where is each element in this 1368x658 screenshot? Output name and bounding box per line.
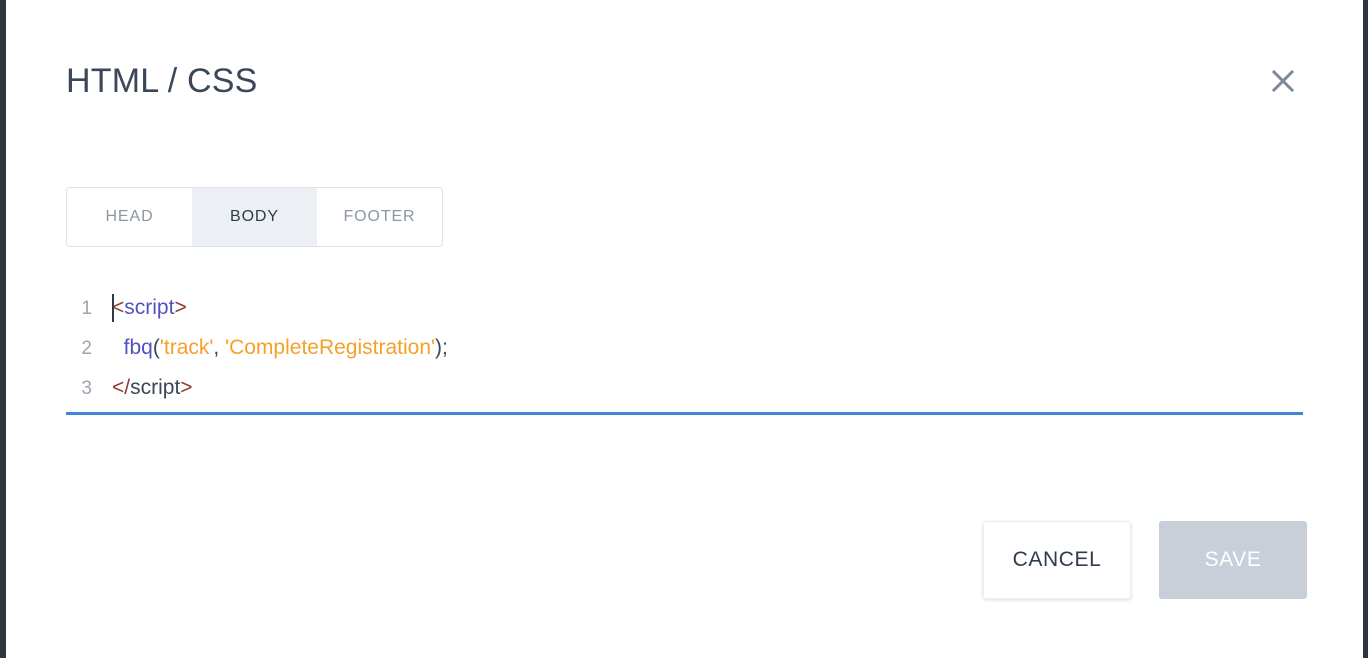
page-right-edge [1363,0,1368,658]
close-button[interactable] [1260,58,1306,104]
page-title: HTML / CSS [66,62,258,100]
code-editor[interactable]: 1 <script> 2 fbq('track', 'CompleteRegis… [66,288,1303,408]
code-line: 2 fbq('track', 'CompleteRegistration'); [66,328,1303,368]
code-token: 'CompleteRegistration' [225,336,436,359]
code-token: 'track' [159,336,214,359]
code-token: script [130,376,181,399]
line-content[interactable]: <script> [92,288,187,328]
code-token: ( [152,336,160,359]
line-number: 3 [81,378,92,399]
dialog-actions: CANCEL SAVE [6,521,1307,599]
close-icon [1268,66,1298,96]
cancel-button[interactable]: CANCEL [983,521,1131,599]
code-line: 3 </script> [66,368,1303,408]
code-line: 1 <script> [66,288,1303,328]
code-token: , [213,336,226,359]
tab-body[interactable]: BODY [192,188,317,246]
tab-head[interactable]: HEAD [67,188,192,246]
save-button: SAVE [1159,521,1307,599]
line-number: 1 [81,298,92,319]
line-number: 2 [81,338,92,359]
editor-focus-underline [66,412,1303,415]
text-caret [112,294,114,322]
line-content[interactable]: fbq('track', 'CompleteRegistration'); [92,328,448,368]
code-token: ); [435,336,448,359]
dialog-header: HTML / CSS [6,0,1363,150]
code-token: > [174,296,187,319]
tab-footer[interactable]: FOOTER [317,188,442,246]
code-token: > [180,376,193,399]
html-css-dialog: HTML / CSS HEAD BODY FOOTER 1 <script> 2… [6,0,1363,658]
section-tabs: HEAD BODY FOOTER [66,187,443,247]
code-token: fbq [123,336,153,359]
code-token: </ [112,376,131,399]
line-content[interactable]: </script> [92,368,193,408]
code-token: script [124,296,175,319]
